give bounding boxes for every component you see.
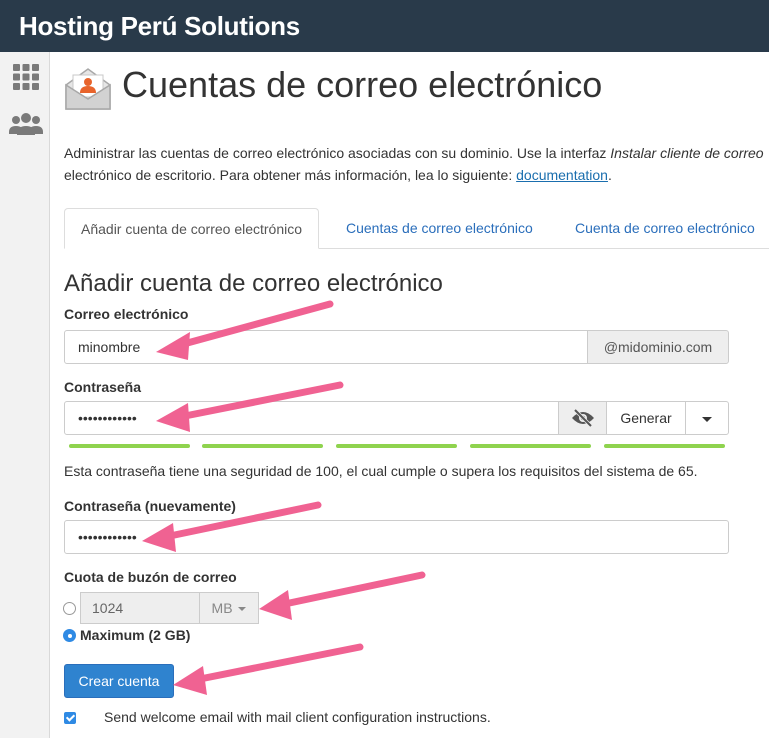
quota-maximum-label: Maximum (2 GB) bbox=[80, 627, 191, 643]
section-title: Añadir cuenta de correo electrónico bbox=[64, 270, 443, 297]
strength-segment bbox=[336, 444, 457, 448]
users-icon[interactable] bbox=[9, 110, 43, 140]
documentation-link[interactable]: documentation bbox=[516, 167, 608, 183]
password-label: Contraseña bbox=[64, 379, 142, 395]
brand-name[interactable]: Hosting Perú Solutions bbox=[19, 11, 300, 42]
generate-password-button[interactable]: Generar bbox=[606, 401, 686, 435]
quota-custom-radio[interactable] bbox=[63, 602, 76, 615]
caret-down-icon bbox=[702, 416, 712, 422]
create-account-button[interactable]: Crear cuenta bbox=[64, 664, 174, 698]
strength-segment bbox=[202, 444, 323, 448]
quota-unit-select[interactable]: MB bbox=[199, 592, 259, 624]
strength-segment bbox=[470, 444, 591, 448]
password-strength-help: Esta contraseña tiene una seguridad de 1… bbox=[64, 463, 698, 479]
toggle-visibility-button[interactable] bbox=[558, 401, 607, 435]
mail-accounts-icon bbox=[64, 65, 112, 113]
domain-addon: @midominio.com bbox=[587, 330, 729, 364]
welcome-email-label: Send welcome email with mail client conf… bbox=[104, 709, 491, 725]
password-input[interactable]: •••••••••••• bbox=[64, 401, 559, 435]
sidebar bbox=[0, 52, 50, 738]
quota-input[interactable]: 1024 bbox=[80, 592, 200, 624]
caret-down-icon bbox=[238, 607, 247, 612]
top-bar: Hosting Perú Solutions bbox=[0, 0, 769, 52]
tab-email-accounts[interactable]: Cuentas de correo electrónico bbox=[330, 208, 549, 249]
generate-options-dropdown[interactable] bbox=[685, 401, 729, 435]
quota-label: Cuota de buzón de correo bbox=[64, 569, 237, 585]
page-description: Administrar las cuentas de correo electr… bbox=[64, 145, 764, 183]
welcome-email-checkbox[interactable] bbox=[64, 712, 76, 724]
strength-segment bbox=[604, 444, 725, 448]
eye-slash-icon bbox=[571, 408, 594, 428]
email-input[interactable]: minombre bbox=[64, 330, 588, 364]
quota-maximum-radio[interactable] bbox=[63, 629, 76, 642]
strength-segment bbox=[69, 444, 190, 448]
email-label: Correo electrónico bbox=[64, 306, 189, 322]
apps-grid-icon[interactable] bbox=[11, 62, 41, 92]
password-again-input[interactable]: •••••••••••• bbox=[64, 520, 729, 554]
page-title: Cuentas de correo electrónico bbox=[122, 64, 603, 105]
tab-email-account[interactable]: Cuenta de correo electrónico bbox=[559, 208, 769, 249]
password-again-label: Contraseña (nuevamente) bbox=[64, 498, 236, 514]
tabs: Añadir cuenta de correo electrónico Cuen… bbox=[64, 208, 769, 249]
tab-add-account[interactable]: Añadir cuenta de correo electrónico bbox=[64, 208, 320, 249]
main-content: Cuentas de correo electrónico Administra… bbox=[50, 52, 769, 738]
